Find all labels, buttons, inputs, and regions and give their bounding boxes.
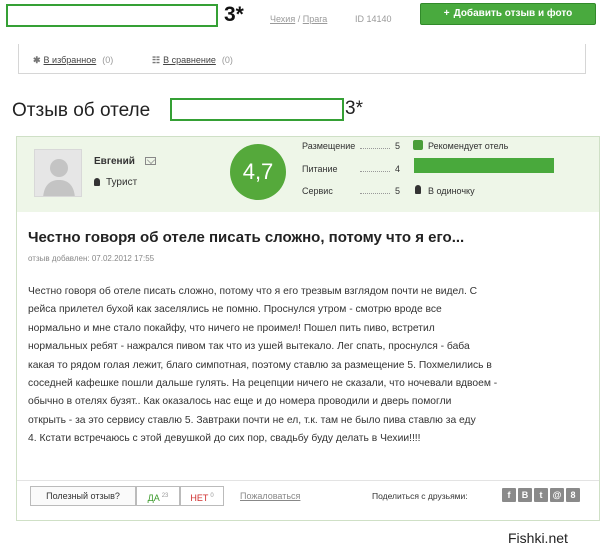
rating-leader (360, 193, 390, 194)
rating-value: 5 (394, 186, 400, 196)
add-review-button[interactable]: + Добавить отзыв и фото (420, 3, 596, 25)
heading-stars: 3* (345, 98, 363, 119)
vote-no-label: НЕТ (190, 493, 209, 503)
facebook-icon[interactable]: f (502, 488, 516, 502)
review-body-line: 4. Кстати встречаюсь с этой девушкой до … (28, 433, 421, 445)
review-body-line: рейса прилетел бухой как заселялись не п… (28, 304, 442, 316)
review-body-line: обычно в отелях бузят.. Как оказалось на… (28, 396, 452, 408)
add-review-label: Добавить отзыв и фото (453, 8, 573, 19)
vote-yes-count: 23 (161, 493, 169, 499)
breadcrumb: Чехия / Прага (270, 14, 327, 25)
review-date: отзыв добавлен: 07.02.2012 17:55 (28, 254, 155, 263)
rating-food: Питание 4 (302, 164, 402, 174)
vote-no-count: 0 (210, 493, 214, 499)
travel-type: В одиночку (428, 186, 475, 196)
vote-no-button[interactable]: НЕТ 0 (180, 486, 224, 506)
plus-icon: + (443, 8, 450, 19)
breadcrumb-city[interactable]: Прага (303, 14, 328, 24)
odnoklassniki-icon[interactable]: 8 (566, 488, 580, 502)
overall-score: 4,7 (230, 144, 286, 200)
review-title: Честно говоря об отеле писать сложно, по… (28, 229, 465, 246)
hotel-name-field (6, 4, 218, 27)
add-to-favorites-link[interactable]: ✱ В избранное (0) (33, 55, 113, 65)
message-icon[interactable] (145, 157, 156, 165)
author-type-label: Турист (106, 177, 138, 188)
compare-label: В сравнение (163, 55, 216, 65)
review-body: Честно говоря об отеле писать сложно, по… (28, 283, 590, 449)
recommends-label: Рекомендует отель (428, 141, 509, 151)
person-icon (94, 178, 100, 186)
star-icon: ✱ (33, 55, 41, 65)
rating-leader (360, 171, 390, 172)
breadcrumb-country[interactable]: Чехия (270, 14, 295, 24)
watermark: Fishki.net (508, 530, 568, 546)
hotel-id: ID 14140 (355, 14, 392, 24)
thumbs-up-icon (413, 140, 423, 150)
review-body-line: открыть - за это сервису ставлю 5. Завтр… (28, 414, 476, 426)
review-body-line: нормально и мне стало покайфу, что ничег… (28, 322, 435, 334)
rating-service: Сервис 5 (302, 186, 402, 196)
favorites-count: (0) (102, 55, 114, 65)
review-body-line: какая то рядом голая лежит, благо симпот… (28, 359, 492, 371)
grid-icon: ☷ (152, 55, 161, 65)
avatar[interactable] (34, 149, 82, 197)
complain-link[interactable]: Пожаловаться (240, 491, 300, 501)
vote-yes-label: ДА (147, 493, 160, 503)
rating-value: 5 (394, 141, 400, 151)
hotel-name-field-heading (170, 98, 344, 121)
useful-question: Полезный отзыв? (30, 486, 136, 506)
share-label: Поделиться с друзьями: (372, 491, 468, 501)
breadcrumb-separator: / (295, 14, 303, 24)
favorites-label: В избранное (43, 55, 97, 65)
review-body-line: Честно говоря об отеле писать сложно, по… (28, 286, 478, 297)
vkontakte-icon[interactable]: B (518, 488, 532, 502)
rating-label: Питание (302, 164, 338, 174)
mail-icon[interactable]: @ (550, 488, 564, 502)
review-body-line: нормальных ребят - нажрался пивом так чт… (28, 341, 470, 353)
rating-leader (360, 148, 390, 149)
user-silhouette-icon (35, 150, 81, 196)
recommend-bar (414, 158, 554, 173)
review-body-line: соседней кафешке пошли дальше гулять. На… (28, 378, 498, 390)
author-type: Турист (94, 177, 137, 189)
rating-value: 4 (394, 164, 400, 174)
compare-count: (0) (221, 55, 233, 65)
add-to-compare-link[interactable]: ☷ В сравнение (0) (152, 55, 233, 65)
rating-label: Размещение (302, 141, 356, 151)
author-name[interactable]: Евгений (94, 156, 135, 168)
divider (17, 480, 599, 481)
hotel-stars: 3* (224, 3, 244, 26)
rating-label: Сервис (302, 186, 333, 196)
vote-yes-button[interactable]: ДА 23 (136, 486, 180, 506)
page-title: Отзыв об отеле (12, 100, 151, 121)
rating-accommodation: Размещение 5 (302, 141, 402, 151)
person-icon (415, 185, 421, 194)
twitter-icon[interactable]: t (534, 488, 548, 502)
